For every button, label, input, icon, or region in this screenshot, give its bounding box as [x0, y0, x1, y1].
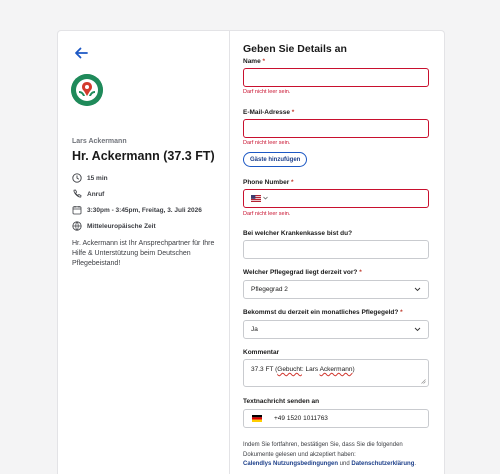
comment-textarea[interactable]: 37.3 FT (Gebucht: Lars Ackermann): [243, 359, 429, 387]
panel-divider: [229, 31, 230, 474]
type-text: Anruf: [87, 190, 105, 198]
sms-phone-input[interactable]: +49 1520 1011763: [243, 409, 429, 428]
us-flag-icon[interactable]: [251, 195, 261, 202]
timezone-text: Mitteleuropäische Zeit: [87, 222, 156, 230]
meta-type: Anruf: [72, 188, 104, 200]
de-flag-icon[interactable]: [252, 415, 262, 422]
name-input[interactable]: [243, 68, 429, 87]
comment-label: Kommentar: [243, 349, 280, 356]
insurance-label: Bei welcher Krankenkasse bist du?: [243, 230, 353, 237]
care-level-value: Pflegegrad 2: [251, 286, 288, 293]
host-name: Lars Ackermann: [72, 138, 127, 145]
duration-text: 15 min: [87, 174, 108, 182]
email-input[interactable]: [243, 119, 429, 138]
consent-text: Indem Sie fortfahren, bestätigen Sie, da…: [243, 442, 417, 467]
sms-label: Textnachricht senden an: [243, 398, 320, 405]
calendar-icon: [72, 206, 82, 215]
care-level-label: Welcher Pflegegrad liegt derzeit vor? *: [243, 269, 362, 276]
globe-icon: [72, 221, 82, 231]
name-label: Name *: [243, 58, 266, 65]
allowance-label: Bekommst du derzeit ein monatliches Pfle…: [243, 309, 403, 316]
meta-datetime: 3:30pm - 3:45pm, Freitag, 3. Juli 2026: [72, 204, 202, 216]
chevron-down-icon: [414, 327, 421, 332]
meta-timezone: Mitteleuropäische Zeit: [72, 220, 156, 232]
meta-duration: 15 min: [72, 172, 108, 184]
name-error: Darf nicht leer sein.: [243, 89, 291, 95]
event-title: Hr. Ackermann (37.3 FT): [72, 149, 215, 163]
clock-icon: [72, 173, 82, 183]
phone-chevron[interactable]: [263, 195, 268, 202]
allowance-value: Ja: [251, 326, 258, 333]
privacy-link[interactable]: Datenschutzerklärung: [351, 461, 414, 467]
company-logo: [71, 74, 103, 106]
email-label: E-Mail-Adresse *: [243, 109, 295, 116]
back-arrow-icon[interactable]: [73, 45, 89, 61]
sms-number: +49 1520 1011763: [274, 415, 328, 422]
phone-icon: [73, 189, 82, 198]
phone-error: Darf nicht leer sein.: [243, 211, 291, 217]
resize-handle-icon[interactable]: [421, 379, 426, 384]
phone-label: Phone Number *: [243, 179, 294, 186]
insurance-input[interactable]: [243, 240, 429, 259]
allowance-select[interactable]: Ja: [243, 320, 429, 339]
terms-link[interactable]: Calendlys Nutzungsbedingungen: [243, 461, 338, 467]
care-level-select[interactable]: Pflegegrad 2: [243, 280, 429, 299]
phone-input[interactable]: [243, 189, 429, 208]
email-error: Darf nicht leer sein.: [243, 140, 291, 146]
chevron-down-icon: [414, 287, 421, 292]
datetime-text: 3:30pm - 3:45pm, Freitag, 3. Juli 2026: [87, 206, 202, 214]
booking-card: Lars Ackermann Hr. Ackermann (37.3 FT) 1…: [57, 30, 445, 474]
form-title: Geben Sie Details an: [243, 43, 347, 55]
add-guests-button[interactable]: Gäste hinzufügen: [243, 152, 308, 167]
event-description: Hr. Ackermann ist Ihr Ansprechpartner fü…: [72, 240, 215, 267]
